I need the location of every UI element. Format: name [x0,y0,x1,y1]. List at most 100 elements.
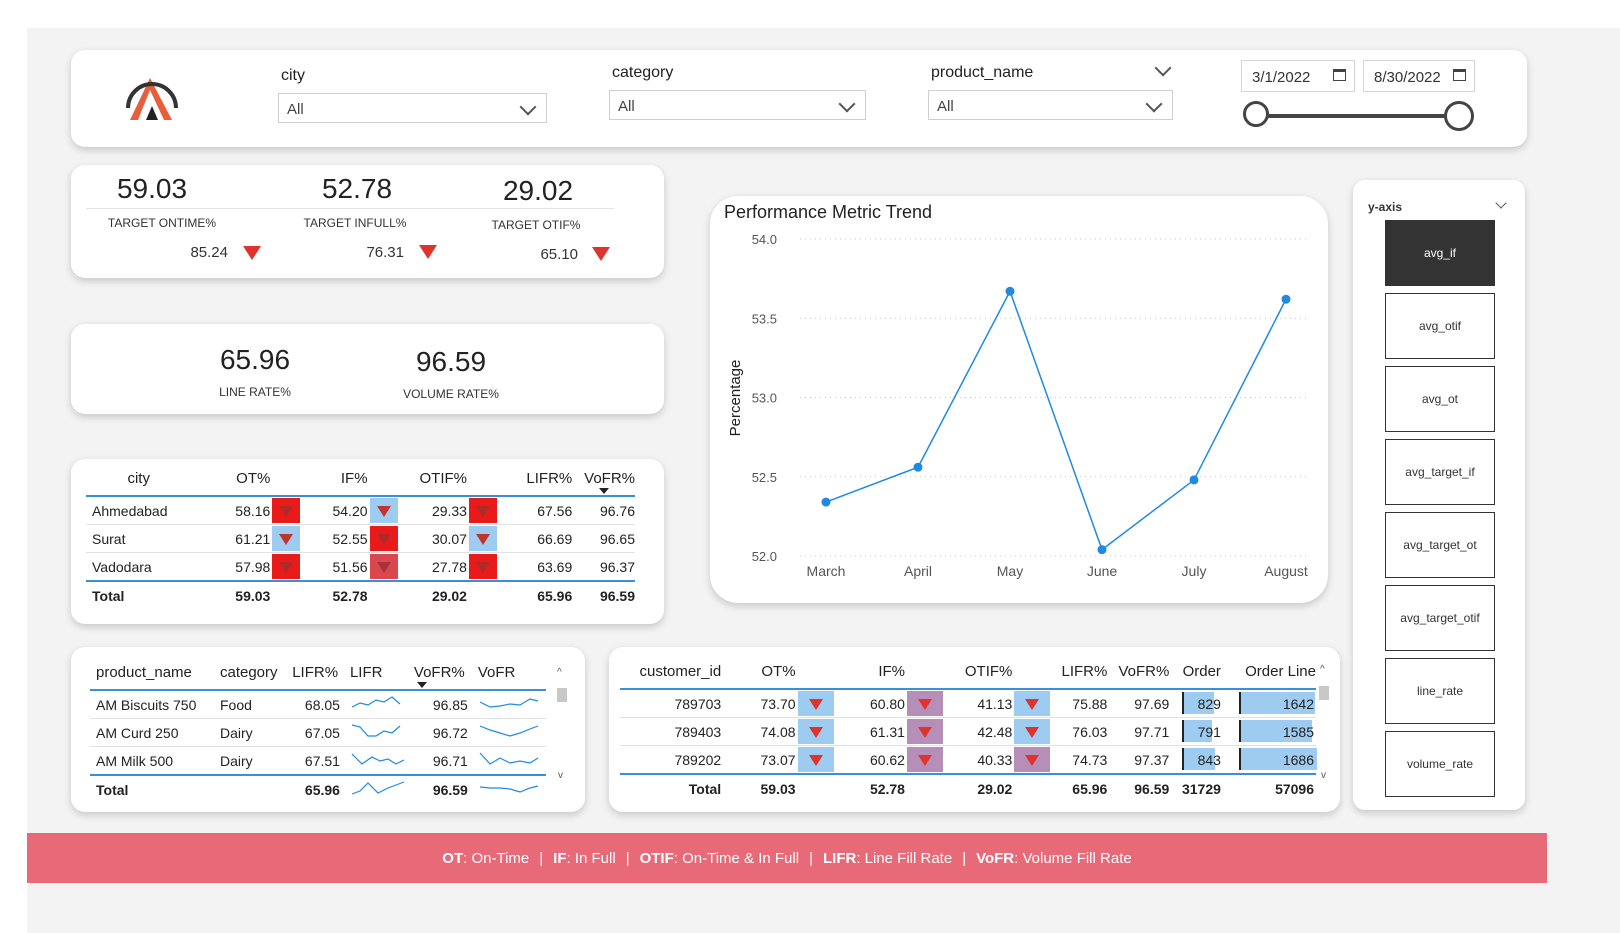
vofr-sparkline [479,725,539,737]
row-lifr: 66.69 [537,530,573,547]
otif-target-label: TARGET OTIF% [491,218,581,232]
product-table: product_name category LIFR% LIFR VoFR% V… [90,655,546,804]
x-tick-label: June [1087,563,1118,579]
yaxis-option-avg-target-otif[interactable]: avg_target_otif [1385,585,1495,651]
city-dropdown[interactable]: All [278,93,547,123]
table-row[interactable]: Ahmedabad 58.16 54.20 29.33 67.56 96.76 [86,496,635,525]
table-row[interactable]: 789202 73.07 60.62 40.33 74.73 97.37 843… [620,746,1317,775]
row-category: Food [219,696,252,713]
calendar-icon[interactable] [1453,69,1466,81]
infull-value: 52.78 [321,173,393,204]
scrollbar-thumb[interactable] [1319,686,1329,700]
table-row[interactable]: AM Curd 250 Dairy 67.05 96.72 [90,719,546,747]
otif-target-value: 65.10 [540,246,578,263]
scroll-up-icon[interactable]: ^ [1320,664,1325,675]
col-header-city[interactable]: city [86,461,191,496]
yaxis-option-line-rate[interactable]: line_rate [1385,658,1495,724]
start-date-input[interactable]: 3/1/2022 [1241,60,1355,92]
col-header-vofr[interactable]: VoFR% [1107,654,1169,689]
category-filter-label: category [612,64,674,81]
chevron-down-icon [519,98,537,116]
scroll-down-icon[interactable]: v [558,770,563,781]
total-vofr: 96.59 [1134,781,1170,797]
y-axis-label: Percentage [727,360,744,437]
date-slider-start-handle[interactable] [1243,101,1269,127]
sort-descending-icon [599,488,610,494]
red-flag-cell [272,554,301,579]
product-filter-label: product_name [931,64,1034,81]
table-row[interactable]: 789403 74.08 61.31 42.48 76.03 97.71 791… [620,718,1316,746]
x-tick-label: July [1182,563,1207,579]
product-dropdown[interactable]: All [928,90,1173,120]
col-header-vofr[interactable]: VoFR% [572,461,635,496]
row-order-line: 1585 [1221,718,1316,746]
table-header-row: city OT% IF% OTIF% LIFR% VoFR% [86,461,635,496]
date-slider-end-handle[interactable] [1444,101,1474,131]
row-lifr: 67.56 [537,502,573,519]
purple-flag-cell [1014,747,1051,772]
yaxis-option-avg-ot[interactable]: avg_ot [1385,366,1495,432]
infull-target-label: TARGET INFULL% [303,216,407,230]
end-date-input[interactable]: 8/30/2022 [1363,60,1475,92]
blue-flag-cell [272,526,301,551]
col-header-order[interactable]: Order [1169,654,1221,689]
row-ot: 58.16 [235,502,271,519]
col-header-customer[interactable]: customer_id [620,654,721,689]
row-city: Ahmedabad [92,502,168,519]
col-header-product[interactable]: product_name [90,655,220,690]
table-row[interactable]: AM Biscuits 750 Food 68.05 96.85 [90,690,546,719]
start-date-value: 3/1/2022 [1252,69,1311,86]
scroll-down-icon[interactable]: v [1321,770,1326,781]
col-header-lifr[interactable]: LIFR% [1052,654,1108,689]
down-triangle-icon [243,246,261,260]
col-header-vofr-pct[interactable]: VoFR% [414,655,478,690]
col-header-vofr-spark[interactable]: VoFR [478,655,546,690]
table-row[interactable]: Vadodara 57.98 51.56 27.78 63.69 96.37 [86,553,635,581]
table-row[interactable]: Surat 61.21 52.55 30.07 66.69 96.65 [86,525,635,553]
city-filter-label: city [281,67,305,84]
row-city: Surat [92,530,126,547]
col-header-ot[interactable]: OT% [191,461,270,496]
customer-table: customer_id OT% IF% OTIF% LIFR% VoFR% Or… [620,654,1317,803]
row-order: 829 [1169,689,1221,718]
yaxis-option-avg-if[interactable]: avg_if [1385,220,1495,286]
col-header-if[interactable]: IF% [300,461,368,496]
row-if: 52.55 [332,530,368,547]
y-tick-label: 52.5 [752,470,777,485]
row-vofr: 97.37 [1134,751,1170,768]
total-label: Total [92,588,125,604]
col-header-lifr-pct[interactable]: LIFR% [292,655,350,690]
col-header-otif[interactable]: OTIF% [398,461,467,496]
col-header-otif[interactable]: OTIF% [944,654,1013,689]
lifr-sparkline [351,696,401,708]
col-header-lifr[interactable]: LIFR% [497,461,572,496]
lifr-sparkline [351,724,401,737]
row-city: Vadodara [92,558,152,575]
row-customer-id: 789403 [674,723,722,740]
chevron-down-icon [838,95,856,113]
yaxis-option-avg-target-ot[interactable]: avg_target_ot [1385,512,1495,578]
category-dropdown[interactable]: All [609,90,866,120]
table-row[interactable]: AM Milk 500 Dairy 67.51 96.71 [90,747,546,775]
yaxis-option-avg-target-if[interactable]: avg_target_if [1385,439,1495,505]
row-order-value: 843 [1197,751,1221,768]
table-row[interactable]: 789703 73.70 60.80 41.13 75.88 97.69 829… [620,689,1316,718]
calendar-icon[interactable] [1333,69,1346,81]
col-header-order-line[interactable]: Order Line [1221,654,1316,689]
vofr-sparkline [479,784,539,793]
row-order: 843 [1169,746,1221,775]
col-header-ot[interactable]: OT% [721,654,795,689]
col-header-if[interactable]: IF% [835,654,905,689]
volume-rate-label: VOLUME RATE% [403,387,499,401]
col-header-category[interactable]: category [220,655,292,690]
row-lifr: 75.88 [1072,695,1108,712]
yaxis-option-avg-otif[interactable]: avg_otif [1385,293,1495,359]
row-if: 60.62 [869,751,905,768]
yaxis-option-volume-rate[interactable]: volume_rate [1385,731,1495,797]
red-flag-cell [369,526,398,551]
table-total-row: Total 65.96 96.59 [90,775,546,804]
scroll-up-icon[interactable]: ^ [557,667,562,678]
scrollbar-thumb[interactable] [557,688,567,702]
col-header-lifr-spark[interactable]: LIFR [350,655,414,690]
y-tick-label: 52.0 [752,549,777,564]
